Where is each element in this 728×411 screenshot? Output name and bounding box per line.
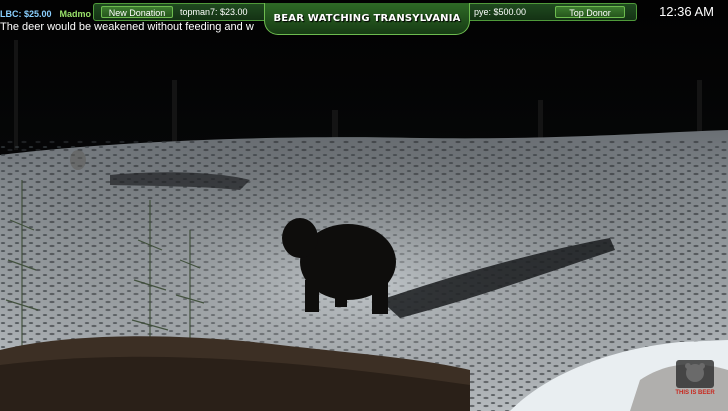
scrolling-caption: The deer would be weakened without feedi…	[0, 21, 254, 33]
stream-title-tab: BEAR WATCHING TRANSYLVANIA	[264, 3, 470, 35]
night-forest-scene	[0, 0, 728, 411]
new-donation-label: New Donation	[101, 6, 173, 18]
stream-title: BEAR WATCHING TRANSYLVANIA	[273, 13, 461, 24]
camera-feed	[0, 0, 728, 411]
ticker-item: Madmo	[59, 9, 92, 19]
bear-logo-icon: THIS IS BEER	[675, 360, 715, 396]
new-donation-value: topman7: $23.00	[180, 7, 248, 17]
ticker-item: LBC: $25.00	[0, 9, 52, 19]
channel-logo: THIS IS BEER	[674, 360, 716, 396]
clock: 12:36 AM	[659, 4, 714, 19]
top-donor-value: pye: $500.00	[474, 7, 527, 17]
donation-ticker: LBC: $25.00 Madmo	[0, 7, 91, 21]
top-donor-label: Top Donor	[555, 6, 625, 18]
logo-text: THIS IS BEER	[675, 390, 715, 396]
